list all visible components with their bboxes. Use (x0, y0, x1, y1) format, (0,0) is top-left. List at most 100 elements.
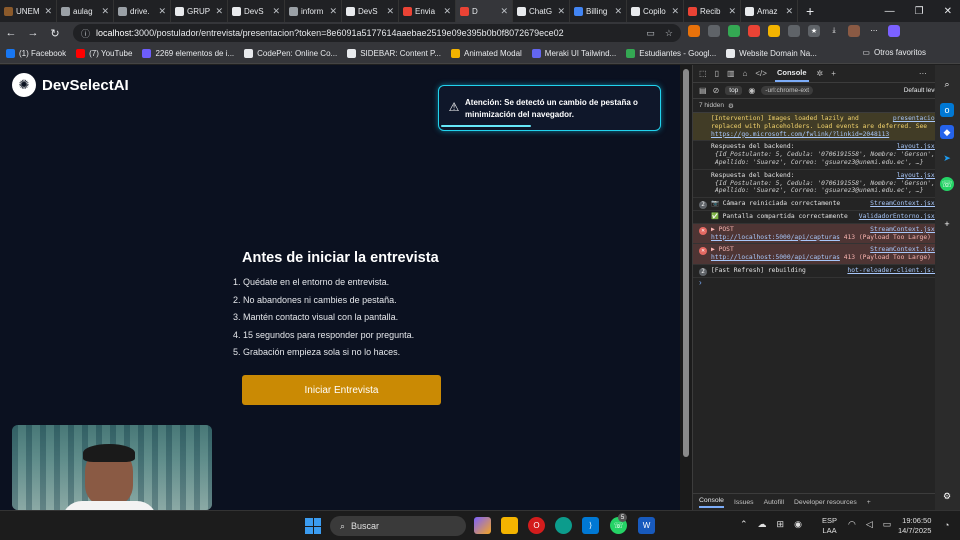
new-tab-icon[interactable]: + (798, 3, 822, 19)
bookmark-item[interactable]: 2269 elementos de i... (142, 49, 234, 58)
vscode-icon[interactable]: ⟩ (582, 517, 599, 534)
vpn-icon[interactable]: ◉ (794, 519, 802, 530)
bookmark-item[interactable]: (1) Facebook (6, 49, 66, 58)
minimize-icon[interactable]: — (885, 6, 895, 17)
avatar[interactable] (848, 25, 860, 37)
cast-icon[interactable]: ▭ (646, 28, 655, 39)
extension-icon[interactable] (748, 25, 760, 37)
copilot-app-icon[interactable] (474, 517, 491, 534)
home-icon[interactable]: ⌂ (743, 69, 748, 78)
source-link[interactable]: hot-reloader-client.js:163 (847, 267, 946, 275)
address-bar[interactable]: ⓘ localhost:3000/postulador/entrevista/p… (73, 24, 681, 42)
message-object[interactable]: {Id_Postulante: 5, Cedula: '0706191558',… (711, 151, 946, 167)
browser-tab[interactable]: drive. ✕ (114, 0, 171, 22)
close-tab-icon[interactable]: ✕ (101, 6, 109, 17)
back-icon[interactable]: ← (0, 27, 22, 39)
bookmark-item[interactable]: Estudiantes - Googl... (626, 49, 716, 58)
puzzle-icon[interactable] (788, 25, 800, 37)
inspect-icon[interactable]: ⬚ (699, 69, 707, 78)
console-prompt[interactable]: › (693, 278, 960, 287)
browser-tab[interactable]: ChatG ✕ (513, 0, 570, 22)
download-icon[interactable]: ⤓ (828, 25, 840, 37)
add-tab-icon[interactable]: + (831, 69, 836, 78)
extension-icon[interactable] (728, 25, 740, 37)
bookmark-star-icon[interactable]: ☆ (665, 28, 673, 39)
console-message[interactable]: 2 StreamContext.jsx:18 📷 Cámara reiniciada… (693, 198, 960, 211)
close-tab-icon[interactable]: ✕ (215, 6, 223, 17)
opera-icon[interactable]: O (528, 517, 545, 534)
add-drawer-tab-icon[interactable]: + (867, 499, 871, 506)
bug-icon[interactable]: ✲ (817, 69, 824, 78)
more-icon[interactable]: ⋯ (919, 69, 927, 78)
browser-tab[interactable]: GRUP ✕ (171, 0, 228, 22)
bookmark-item[interactable]: SIDEBAR: Content P... (347, 49, 441, 58)
favorites-icon[interactable]: ★ (808, 25, 820, 37)
drawer-tab[interactable]: Issues (734, 499, 754, 506)
close-tab-icon[interactable]: ✕ (44, 6, 52, 17)
elements-icon[interactable]: </> (755, 69, 767, 78)
start-interview-button[interactable]: Iniciar Entrevista (242, 375, 441, 405)
wifi-icon[interactable]: ◠ (848, 519, 856, 530)
file-explorer-icon[interactable] (501, 517, 518, 534)
console-message[interactable]: ValidadorEntorno.jsx:43 ✅ Pantalla compar… (693, 211, 960, 224)
whatsapp-icon[interactable]: ☏ (940, 177, 954, 191)
network-app-icon[interactable]: ⊞ (777, 519, 785, 530)
console-message[interactable]: ✕ StreamContext.jsx:51 ▶ POST http://local… (693, 244, 960, 265)
close-tab-icon[interactable]: ✕ (158, 6, 166, 17)
device-icon[interactable]: ▯ (715, 69, 719, 78)
close-tab-icon[interactable]: ✕ (728, 6, 736, 17)
extension-icon[interactable] (708, 25, 720, 37)
volume-icon[interactable]: ◁ (866, 519, 873, 530)
send-icon[interactable]: ➤ (940, 151, 954, 165)
forward-icon[interactable]: → (22, 27, 44, 39)
add-icon[interactable]: + (940, 217, 954, 231)
close-tab-icon[interactable]: ✕ (785, 6, 793, 17)
browser-tab[interactable]: UNEM ✕ (0, 0, 57, 22)
url-text[interactable]: localhost:3000/postulador/entrevista/pre… (96, 28, 564, 38)
windows-start-icon[interactable] (305, 518, 321, 534)
sidebar-icon[interactable]: ▥ (727, 69, 735, 78)
battery-icon[interactable]: ▭ (883, 519, 892, 530)
browser-tab[interactable]: Recib ✕ (684, 0, 741, 22)
console-message[interactable]: layout.jsx:35 Respuesta del backend: {Id_P… (693, 141, 960, 170)
menu-icon[interactable]: ⋯ (868, 25, 880, 37)
eye-icon[interactable]: ◉ (748, 86, 755, 95)
sidebar-toggle-icon[interactable]: ▤ (699, 86, 707, 95)
message-link[interactable]: http://localhost:5000/api/capturas (711, 234, 840, 241)
close-tab-icon[interactable]: ✕ (557, 6, 565, 17)
bookmark-item[interactable]: Website Domain Na... (726, 49, 817, 58)
bookmark-item[interactable]: Meraki UI Tailwind... (531, 49, 616, 58)
browser-tab[interactable]: Billing ✕ (570, 0, 627, 22)
other-bookmarks[interactable]: ▭ Otros favoritos (862, 48, 926, 57)
close-tab-icon[interactable]: ✕ (329, 6, 337, 17)
copilot-icon[interactable] (888, 25, 900, 37)
close-tab-icon[interactable]: ✕ (614, 6, 622, 17)
settings-icon[interactable]: ⚙ (728, 102, 734, 110)
close-window-icon[interactable]: ✕ (944, 6, 952, 17)
search-icon[interactable]: ⌕ (940, 77, 954, 91)
chevron-up-icon[interactable]: ⌃ (740, 519, 748, 530)
browser-tab[interactable]: Amaz ✕ (741, 0, 798, 22)
message-link[interactable]: http://localhost:5000/api/capturas (711, 254, 840, 261)
browser-tab[interactable]: DevS ✕ (342, 0, 399, 22)
browser-tab[interactable]: D ✕ (456, 0, 513, 22)
drawer-tab[interactable]: Developer resources (794, 499, 857, 506)
word-icon[interactable]: W (638, 517, 655, 534)
extension-icon[interactable] (768, 25, 780, 37)
bookmark-item[interactable]: (7) YouTube (76, 49, 132, 58)
close-tab-icon[interactable]: ✕ (272, 6, 280, 17)
maximize-icon[interactable]: ❐ (915, 6, 924, 17)
taskbar-search[interactable]: ⌕ Buscar (330, 516, 466, 536)
browser-tab[interactable]: aulag ✕ (57, 0, 114, 22)
reload-icon[interactable]: ↻ (44, 27, 66, 40)
settings-icon[interactable]: ⚙ (940, 489, 954, 503)
drawer-tab[interactable]: Console (699, 497, 724, 508)
close-tab-icon[interactable]: ✕ (500, 6, 508, 17)
bookmark-item[interactable]: CodePen: Online Co... (244, 49, 337, 58)
browser-tab[interactable]: DevS ✕ (228, 0, 285, 22)
page-scrollbar[interactable] (680, 65, 692, 510)
scrollbar-thumb[interactable] (683, 69, 689, 457)
console-message[interactable]: 2 hot-reloader-client.js:163 [Fast Refresh… (693, 265, 960, 278)
extension-icon[interactable] (688, 25, 700, 37)
browser-tab[interactable]: Copilo ✕ (627, 0, 684, 22)
